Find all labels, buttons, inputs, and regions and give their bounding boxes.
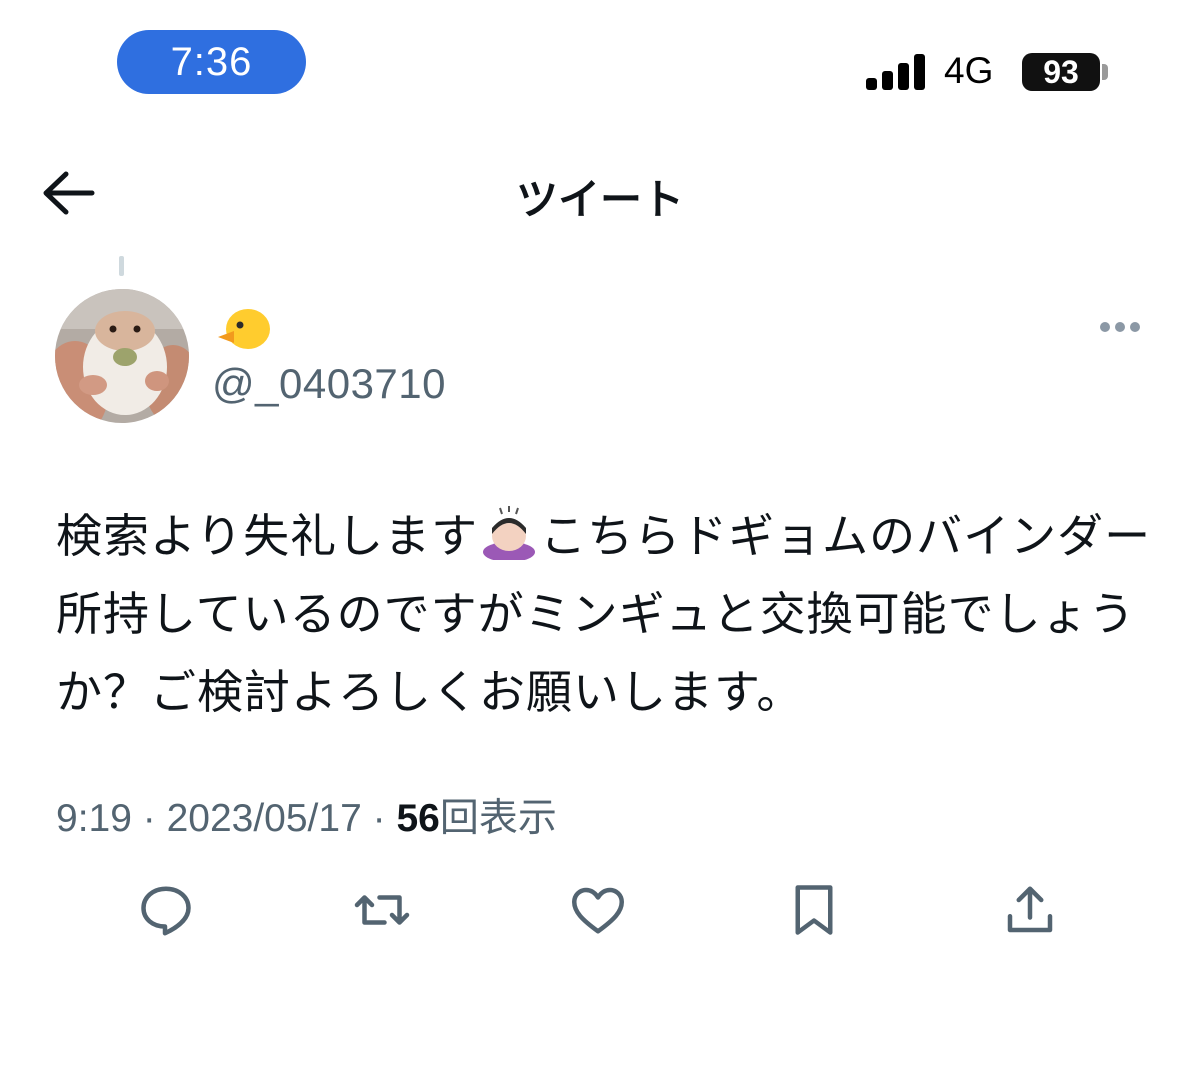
- like-icon: [572, 887, 624, 934]
- thread-connector: [119, 256, 124, 276]
- page-title: ツイート: [515, 176, 684, 223]
- tweet-date: 2023/05/17: [166, 797, 362, 840]
- battery-tip: [1102, 64, 1108, 80]
- tweet-time: 9:19: [56, 797, 132, 840]
- bookmark-icon: [795, 885, 833, 935]
- cellular-signal-icon: [866, 52, 926, 90]
- display-name[interactable]: [214, 303, 274, 353]
- status-time: 7:36: [117, 30, 306, 94]
- share-icon: [1007, 886, 1053, 933]
- more-options-button[interactable]: [1098, 320, 1142, 334]
- network-type: 4G: [944, 50, 994, 91]
- person-bowing-emoji: [478, 505, 540, 562]
- views-label: 回表示: [439, 797, 557, 840]
- meta-separator: ·: [361, 797, 397, 840]
- view-count[interactable]: 56: [396, 797, 439, 840]
- tweet-text: 検索より失礼します こちらドギョムのバインダー所持しているのですがミンギュと交換…: [56, 497, 1156, 731]
- more-horizontal-icon: [1100, 322, 1140, 332]
- meta-separator: ·: [131, 797, 167, 840]
- user-handle[interactable]: @_0403710: [212, 360, 446, 408]
- share-button[interactable]: [1000, 880, 1060, 940]
- reply-button[interactable]: [136, 880, 196, 940]
- avatar[interactable]: [55, 289, 189, 423]
- retweet-icon: [354, 895, 410, 925]
- status-time-text: 7:36: [170, 39, 253, 84]
- reply-icon: [141, 886, 191, 936]
- battery-icon: 93: [1022, 53, 1100, 91]
- retweet-button[interactable]: [352, 880, 412, 940]
- tweet-text-part-1: 検索より失礼します: [56, 509, 479, 563]
- bookmark-button[interactable]: [784, 880, 844, 940]
- chick-emoji: [218, 309, 270, 349]
- battery-level: 93: [1043, 53, 1079, 90]
- tweet-meta: 9:19 · 2023/05/17 · 56回表示: [56, 787, 557, 843]
- hamster-avatar-image: [55, 289, 189, 423]
- like-button[interactable]: [568, 880, 628, 940]
